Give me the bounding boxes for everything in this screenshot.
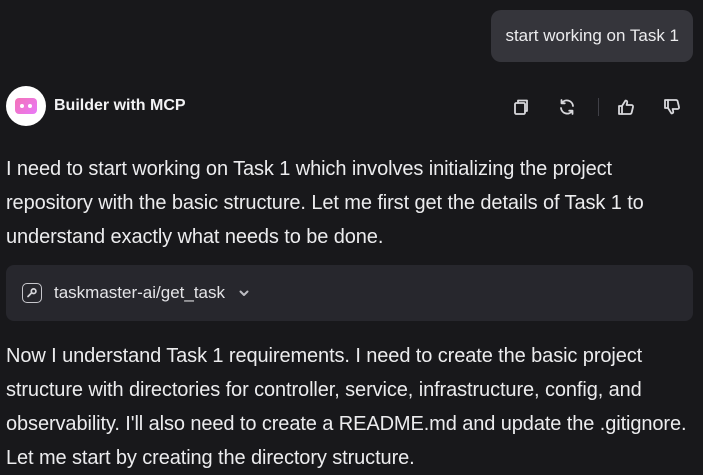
robot-icon	[15, 98, 37, 114]
user-message-text: start working on Task 1	[505, 26, 679, 45]
assistant-message-2: Now I understand Task 1 requirements. I …	[6, 345, 687, 469]
refresh-icon	[560, 99, 574, 115]
user-message-bubble: start working on Task 1	[491, 10, 693, 62]
chevron-down-icon[interactable]	[237, 286, 251, 300]
tool-call-label: taskmaster-ai/get_task	[54, 283, 226, 302]
agent-name: Builder with MCP	[54, 97, 186, 114]
message-actions	[508, 94, 685, 120]
actions-divider	[598, 98, 599, 116]
like-button[interactable]	[613, 94, 639, 120]
agent-avatar	[6, 86, 46, 126]
copy-button[interactable]	[508, 94, 534, 120]
agent-header: Builder with MCP	[6, 85, 693, 127]
thumbs-up-icon	[618, 99, 634, 115]
assistant-message-1: I need to start working on Task 1 which …	[6, 158, 644, 248]
tool-call-card[interactable]: taskmaster-ai/get_task	[6, 265, 693, 321]
copy-icon	[514, 99, 528, 115]
regenerate-button[interactable]	[554, 94, 580, 120]
tool-icon	[22, 283, 42, 303]
thumbs-down-icon	[664, 99, 680, 115]
dislike-button[interactable]	[659, 94, 685, 120]
